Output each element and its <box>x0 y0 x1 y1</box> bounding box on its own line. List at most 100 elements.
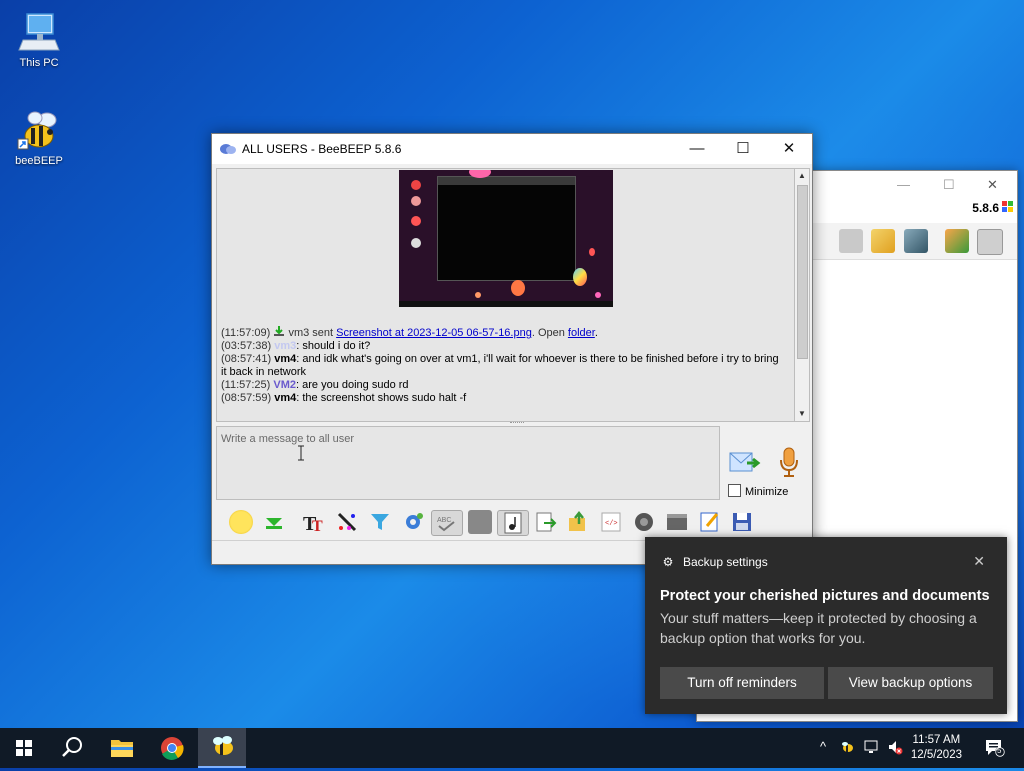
message-input-placeholder: Write a message to all user <box>221 433 355 445</box>
minimize-label: Minimize <box>745 486 789 498</box>
message-time: (08:57:59) <box>221 392 272 404</box>
minimize-checkbox-row[interactable]: Minimize <box>728 484 788 498</box>
message-line: (11:57:25) VM2: are you doing sudo rd <box>221 379 786 392</box>
desktop-icon-beebeep[interactable]: beeBEEP <box>4 108 74 167</box>
backup-notification[interactable]: ⚙ Backup settings ✕ Protect your cherishe… <box>645 537 1007 714</box>
settings-icon[interactable] <box>401 510 425 534</box>
app-launcher-icon <box>411 180 421 190</box>
folder-share-icon[interactable] <box>567 510 591 534</box>
chat-app-icon <box>220 141 236 157</box>
gear-icon: ⚙ <box>662 555 674 569</box>
turn-off-reminders-button[interactable]: Turn off reminders <box>660 667 824 699</box>
sound-icon[interactable] <box>497 510 529 536</box>
bee-icon <box>17 108 61 152</box>
minimize-icon[interactable]: — <box>897 177 910 192</box>
close-icon[interactable]: ✕ <box>973 553 985 570</box>
edit-icon[interactable] <box>871 229 895 253</box>
clock-date: 12/5/2023 <box>910 749 962 761</box>
taskbar: ^ 11:57 AM 12/5/2023 5 <box>0 728 1024 768</box>
mail-icon[interactable] <box>839 229 863 253</box>
message-text: vm3 sent <box>285 327 337 339</box>
formatting-toolbar: TT ABC </> <box>212 506 812 540</box>
message-user[interactable]: VM2 <box>273 379 296 391</box>
send-button[interactable] <box>729 450 761 476</box>
font-icon[interactable]: TT <box>302 510 326 535</box>
file-link[interactable]: Screenshot at 2023-12-05 06-57-16.png <box>336 327 532 339</box>
notification-app-name: Backup settings <box>683 555 768 569</box>
message-user[interactable]: vm4 <box>274 392 296 404</box>
maximize-button[interactable]: ☐ <box>720 134 766 164</box>
export-icon[interactable] <box>534 510 558 534</box>
message-user[interactable]: vm3 <box>274 340 296 352</box>
version-label: 5.8.6 <box>972 201 999 215</box>
chat-history[interactable]: (11:57:09) vm3 sent Screenshot at 2023-1… <box>216 168 796 422</box>
notes-icon[interactable] <box>698 510 722 534</box>
chat-window-titlebar[interactable]: ALL USERS - BeeBEEP 5.8.6 — ☐ ✕ <box>212 134 812 164</box>
svg-text:ABC: ABC <box>437 517 451 524</box>
trash-icon[interactable] <box>977 229 1003 255</box>
decoration-ball <box>475 292 481 298</box>
network-icon[interactable] <box>863 739 879 755</box>
beebeep-tray-icon[interactable] <box>839 739 855 755</box>
splitter-handle[interactable] <box>510 422 524 425</box>
screenshot-preview[interactable] <box>399 170 613 307</box>
system-clock[interactable]: 11:57 AM 12/5/2023 <box>911 733 962 763</box>
save-icon[interactable] <box>730 510 754 534</box>
terminal-preview <box>437 176 576 281</box>
message-line: (08:57:59) vm4: the screenshot shows sud… <box>221 392 786 405</box>
file-explorer-icon[interactable] <box>98 728 146 768</box>
message-user[interactable]: vm4 <box>274 353 296 365</box>
record-icon[interactable] <box>632 510 656 534</box>
terminal-icon[interactable] <box>665 510 689 534</box>
app-launcher-icon <box>411 238 421 248</box>
message-line: (08:57:41) vm4: and idk what's going on … <box>221 353 786 379</box>
message-time: (08:57:41) <box>221 353 272 365</box>
filter-icon[interactable] <box>368 510 392 534</box>
chat-window[interactable]: ALL USERS - BeeBEEP 5.8.6 — ☐ ✕ (11:57:0… <box>211 133 813 565</box>
desktop-icon-this-pc[interactable]: This PC <box>4 10 74 69</box>
folder-link[interactable]: folder <box>568 327 595 339</box>
message-input[interactable]: Write a message to all user <box>216 426 720 500</box>
file-sent-icon <box>273 326 285 336</box>
windows-flag-icon <box>1002 201 1014 213</box>
close-icon[interactable]: ✕ <box>987 177 998 193</box>
search-icon[interactable] <box>48 728 96 768</box>
message-text: . <box>594 327 598 339</box>
maximize-icon[interactable]: ☐ <box>943 177 955 193</box>
chat-scrollbar[interactable]: ▲ ▼ <box>794 168 810 422</box>
minimize-button[interactable]: — <box>674 134 720 164</box>
message-list: (11:57:09) vm3 sent Screenshot at 2023-1… <box>221 326 786 405</box>
update-icon[interactable] <box>945 229 969 253</box>
message-line: (11:57:09) vm3 sent Screenshot at 2023-1… <box>221 326 786 340</box>
scroll-down-icon[interactable]: ▼ <box>795 407 809 421</box>
spellcheck-icon[interactable]: ABC <box>431 510 463 536</box>
view-backup-options-button[interactable]: View backup options <box>828 667 993 699</box>
desktop-icon-label: beeBEEP <box>15 155 63 167</box>
color-icon[interactable] <box>335 510 359 534</box>
message-text: . Open <box>531 327 568 339</box>
tools-icon[interactable] <box>904 229 928 253</box>
microphone-icon[interactable] <box>778 446 800 478</box>
message-text: : are you doing sudo rd <box>296 379 409 391</box>
message-time: (11:57:25) <box>221 379 271 391</box>
chrome-icon[interactable] <box>148 728 196 768</box>
message-time: (11:57:09) <box>221 327 271 339</box>
svg-text:T: T <box>312 518 323 534</box>
translate-icon[interactable] <box>468 510 492 534</box>
close-button[interactable]: ✕ <box>766 134 812 164</box>
chevron-up-icon[interactable]: ^ <box>815 739 831 755</box>
html-icon[interactable]: </> <box>599 510 623 534</box>
start-button[interactable] <box>0 728 48 768</box>
message-text: : the screenshot shows sudo halt -f <box>296 392 467 404</box>
volume-muted-icon[interactable] <box>887 739 903 755</box>
decoration-ball <box>573 268 587 286</box>
action-center-icon[interactable]: 5 <box>984 738 1006 758</box>
svg-text:</>: </> <box>605 520 618 528</box>
computer-icon <box>17 10 61 54</box>
beebeep-taskbar-button[interactable] <box>198 728 246 768</box>
scroll-up-icon[interactable]: ▲ <box>795 169 809 183</box>
scroll-thumb[interactable] <box>797 185 808 359</box>
minimize-checkbox[interactable] <box>728 484 741 497</box>
expand-icon[interactable] <box>262 510 286 534</box>
emoticon-icon[interactable] <box>229 510 253 534</box>
